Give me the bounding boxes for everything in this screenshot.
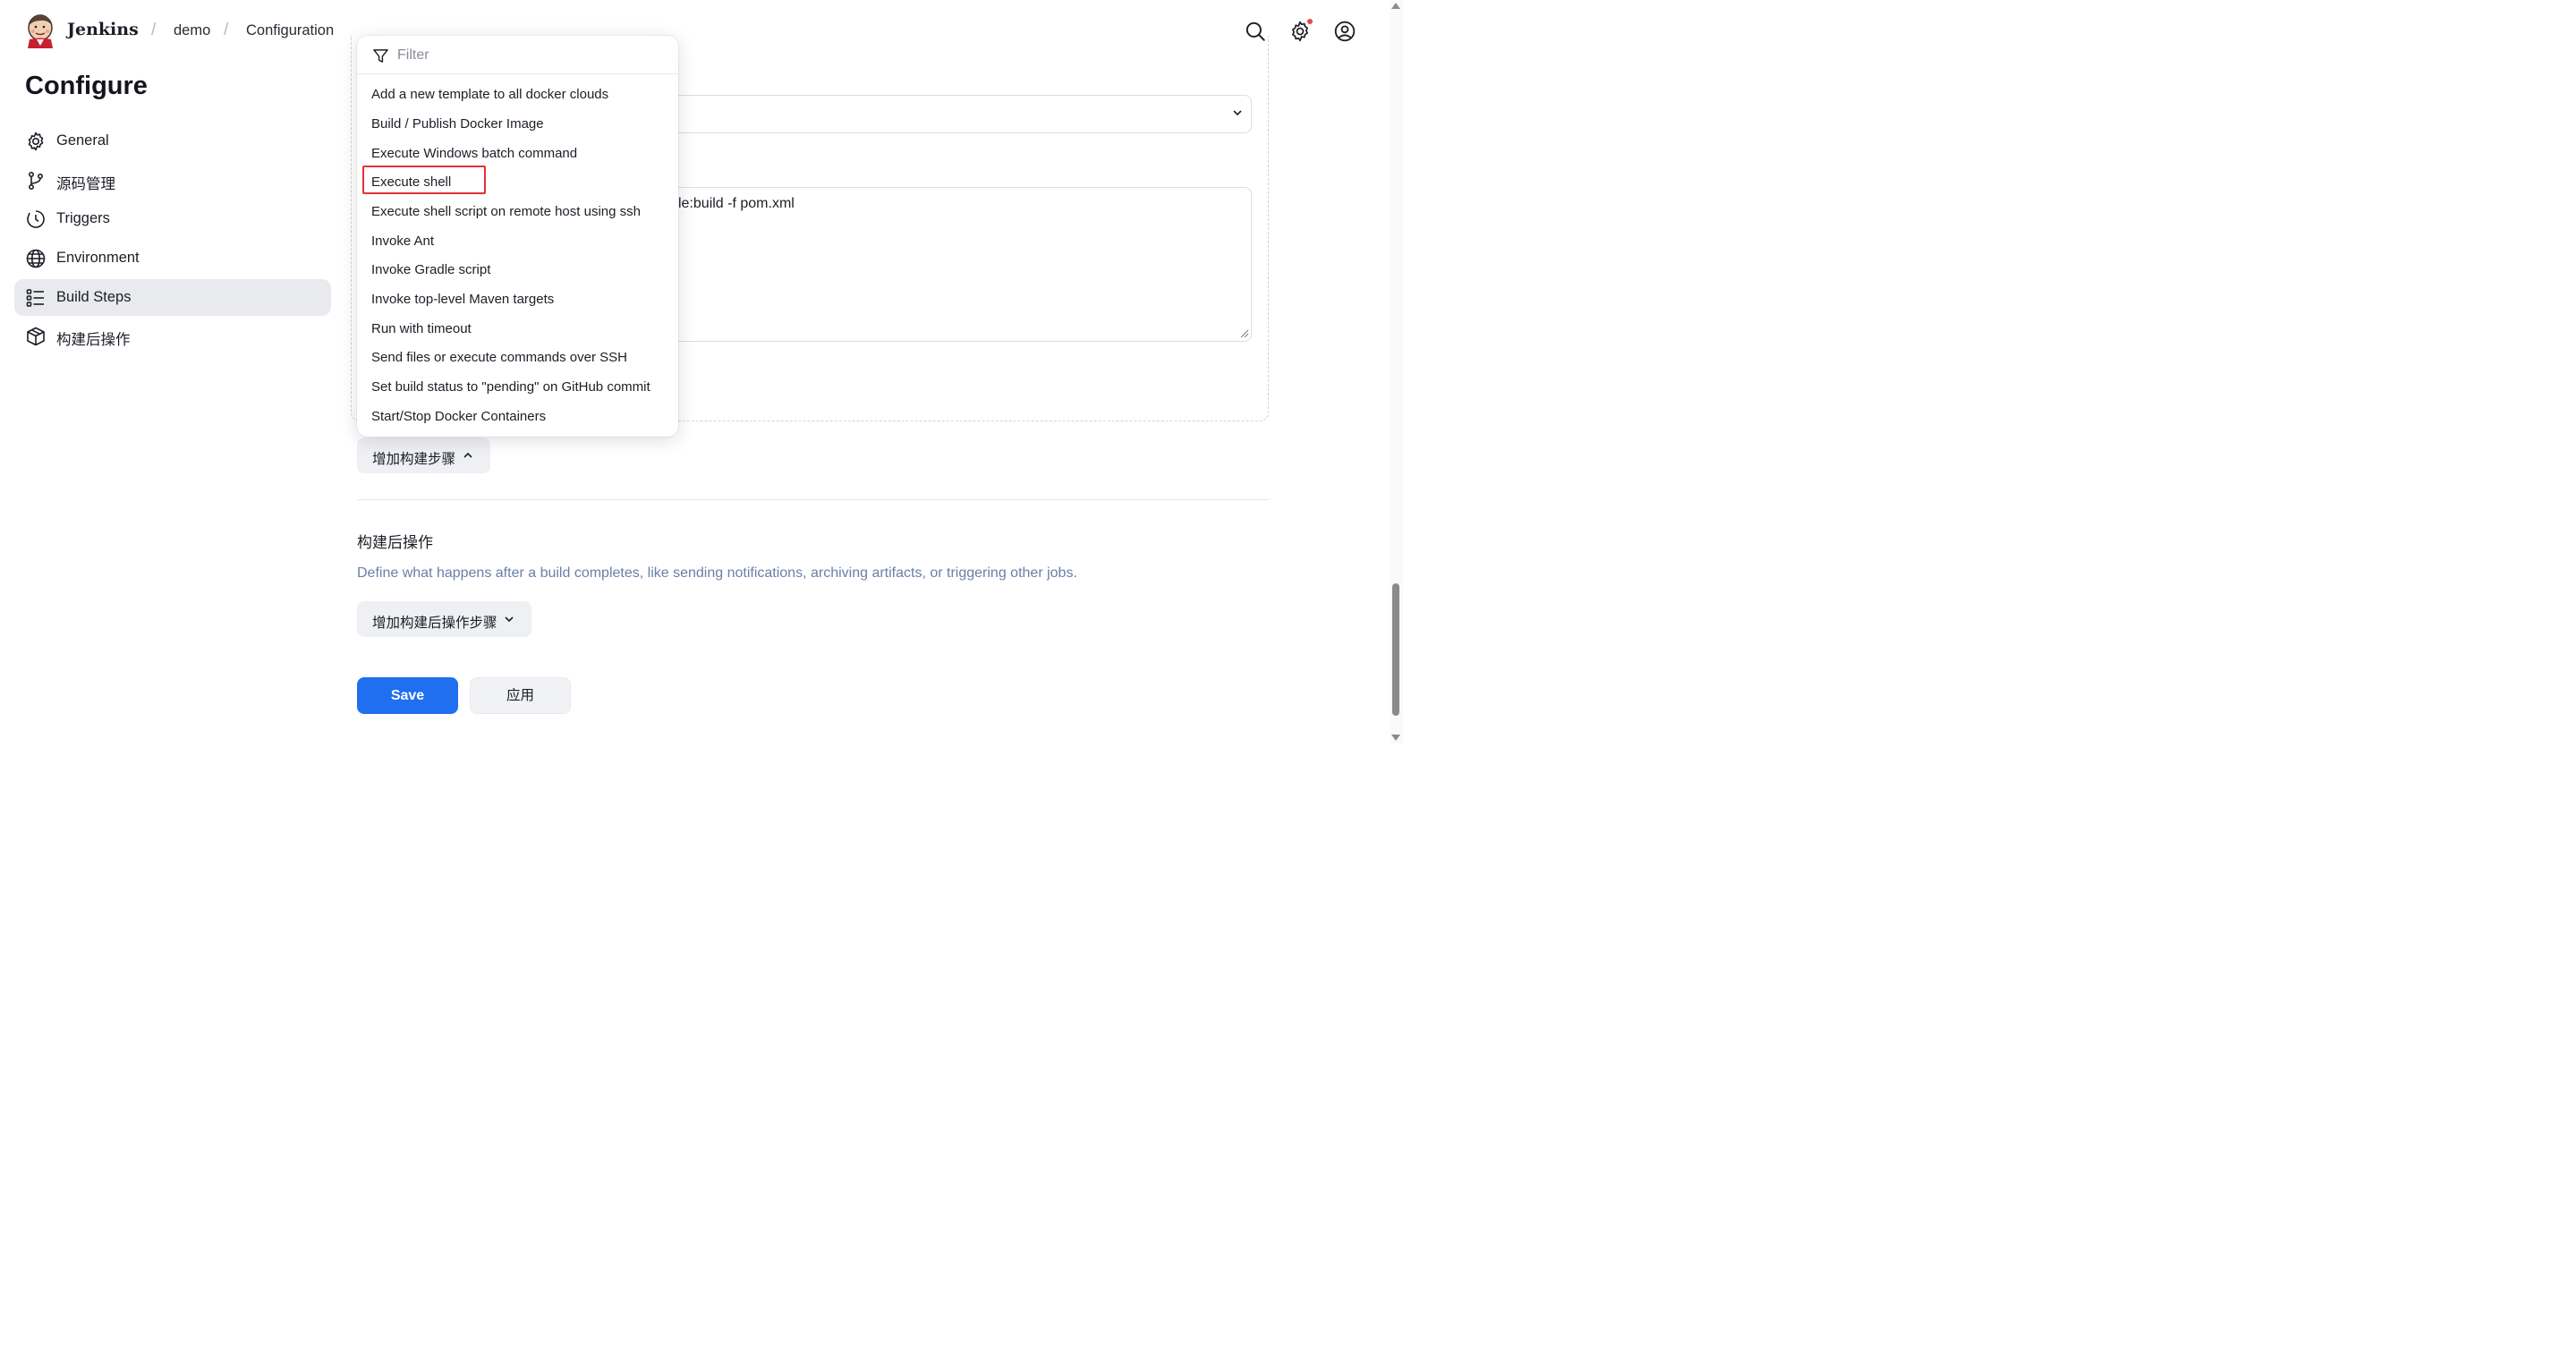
menu-item-label: Execute shell script on remote host usin…	[371, 204, 641, 219]
sidebar-item-label: Build Steps	[56, 289, 132, 305]
apply-label: 应用	[506, 688, 534, 703]
chevron-down-icon	[1233, 110, 1242, 116]
sidebar-item-source[interactable]: 源码管理	[14, 162, 331, 199]
filter-row	[357, 36, 678, 74]
menu-item-docker-template[interactable]: Add a new template to all docker clouds	[363, 81, 672, 108]
post-build-title: 构建后操作	[357, 534, 433, 551]
build-step-select[interactable]	[662, 95, 1252, 133]
brand-name[interactable]: Jenkins	[67, 20, 139, 39]
menu-item-label: Start/Stop Docker Containers	[371, 409, 547, 424]
breadcrumb-separator: /	[151, 21, 157, 39]
breadcrumb-configuration[interactable]: Configuration	[246, 22, 334, 39]
menu-item-label: Build / Publish Docker Image	[371, 116, 544, 132]
user-icon[interactable]	[1333, 20, 1356, 43]
menu-item-label: Execute Windows batch command	[371, 146, 578, 161]
add-post-build-step-button[interactable]: 增加构建后操作步骤	[357, 601, 531, 637]
package-icon	[27, 327, 45, 346]
post-build-description: Define what happens after a build comple…	[357, 565, 1077, 581]
build-step-dropdown: Add a new template to all docker clouds …	[357, 36, 678, 437]
menu-item-label: Invoke Gradle script	[371, 262, 491, 277]
save-button[interactable]: Save	[357, 677, 458, 714]
sidebar-item-build-steps[interactable]: Build Steps	[14, 279, 331, 316]
sidebar-item-label: Triggers	[56, 210, 110, 226]
menu-item-remote-ssh[interactable]: Execute shell script on remote host usin…	[363, 198, 672, 225]
menu-item-label: Invoke Ant	[371, 234, 435, 249]
sidebar-item-label: 源码管理	[56, 176, 115, 192]
scroll-down-arrow-icon[interactable]	[1391, 735, 1400, 741]
sidebar-item-general[interactable]: General	[14, 123, 331, 159]
menu-item-label: Add a new template to all docker clouds	[371, 87, 609, 102]
add-build-step-button[interactable]: 增加构建步骤	[357, 438, 490, 473]
menu-item-github-pending[interactable]: Set build status to "pending" on GitHub …	[363, 373, 672, 401]
page-title: Configure	[25, 72, 148, 100]
sidebar-item-label: General	[56, 132, 109, 149]
command-text: le:build -f pom.xml	[678, 196, 795, 211]
menu-item-label: Run with timeout	[371, 321, 472, 336]
apply-button[interactable]: 应用	[470, 677, 571, 714]
sidebar-item-label: 构建后操作	[56, 332, 131, 348]
resize-handle-icon[interactable]	[1240, 329, 1249, 338]
breadcrumb-separator: /	[224, 21, 229, 39]
add-build-step-label: 增加构建步骤	[372, 452, 456, 467]
sidebar-item-triggers[interactable]: Triggers	[14, 200, 331, 237]
menu-item-invoke-ant[interactable]: Invoke Ant	[363, 227, 672, 255]
add-post-build-step-label: 增加构建后操作步骤	[372, 616, 497, 631]
menu-item-docker-containers[interactable]: Start/Stop Docker Containers	[363, 403, 672, 430]
save-label: Save	[390, 688, 425, 703]
menu-item-send-ssh[interactable]: Send files or execute commands over SSH	[363, 344, 672, 371]
gear-icon	[28, 132, 44, 151]
notification-dot	[1307, 19, 1313, 24]
menu-item-docker-image[interactable]: Build / Publish Docker Image	[363, 110, 672, 138]
scrollbar-thumb[interactable]	[1392, 583, 1399, 716]
filter-input[interactable]	[397, 46, 657, 65]
sidebar-item-post-build[interactable]: 构建后操作	[14, 318, 331, 354]
menu-item-run-timeout[interactable]: Run with timeout	[363, 315, 672, 343]
section-divider	[357, 499, 1269, 500]
menu-item-label: Invoke top-level Maven targets	[371, 292, 555, 307]
branch-icon	[29, 171, 44, 190]
globe-icon	[26, 249, 46, 268]
menu-item-invoke-gradle[interactable]: Invoke Gradle script	[363, 256, 672, 284]
menu-item-windows-batch[interactable]: Execute Windows batch command	[363, 140, 672, 167]
breadcrumb-demo[interactable]: demo	[174, 22, 210, 39]
menu-item-invoke-maven[interactable]: Invoke top-level Maven targets	[363, 285, 672, 313]
filter-icon	[373, 49, 388, 63]
list-icon	[26, 289, 44, 307]
chevron-up-icon	[463, 452, 472, 458]
jenkins-logo[interactable]	[25, 13, 55, 48]
sidebar-item-label: Environment	[56, 250, 140, 266]
menu-item-label: Send files or execute commands over SSH	[371, 350, 627, 365]
chevron-down-icon	[505, 616, 514, 623]
menu-item-label: Set build status to "pending" on GitHub …	[371, 379, 650, 395]
clock-icon	[27, 210, 45, 228]
sidebar-item-environment[interactable]: Environment	[14, 240, 331, 276]
scroll-up-arrow-icon[interactable]	[1391, 3, 1400, 9]
highlight-box	[362, 166, 486, 194]
